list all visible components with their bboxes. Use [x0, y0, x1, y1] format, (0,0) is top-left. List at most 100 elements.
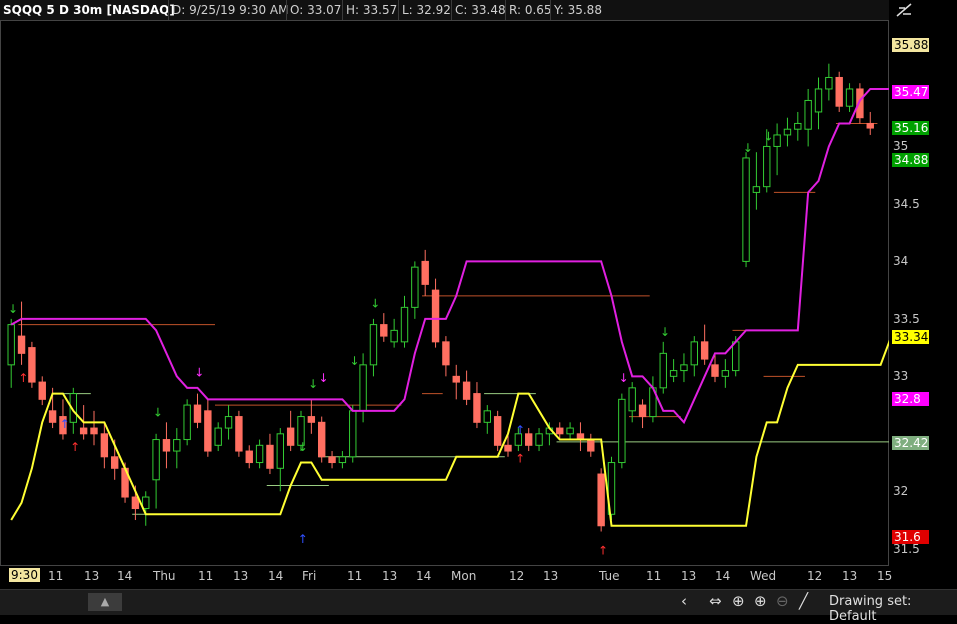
candle-body	[680, 364, 688, 372]
chart-frame	[0, 20, 889, 566]
candle-body	[100, 433, 109, 458]
candle-body	[38, 381, 46, 400]
time-tick-label: 14	[268, 569, 284, 583]
candle-body	[28, 347, 36, 383]
candle-body	[804, 99, 812, 130]
time-tick-label: 15	[877, 569, 893, 583]
candle-body	[845, 88, 854, 107]
signal-arrow-icon: ↑	[515, 452, 525, 466]
candle-body	[204, 410, 212, 452]
price-tick-label: 35	[893, 139, 909, 154]
pan-icon[interactable]: ⇔	[709, 592, 722, 610]
price-tick-label: 33.5	[893, 311, 920, 326]
candle-body	[493, 416, 502, 446]
candle-body	[193, 404, 202, 423]
drawing-set-label[interactable]: Drawing set: Default	[829, 594, 957, 624]
signal-arrow-icon: ↓	[619, 371, 629, 385]
candle-body	[535, 433, 543, 446]
candle-body	[483, 410, 492, 423]
candle-body	[338, 456, 347, 464]
candle-body	[369, 324, 378, 366]
candle-body	[318, 421, 326, 458]
signal-arrow-icon: ↑	[60, 417, 70, 431]
signal-arrow-icon: ↑	[18, 371, 28, 385]
range-readout: R: 0.65	[505, 0, 552, 20]
price-marker-label: 35.16	[892, 121, 929, 136]
candle-body	[783, 128, 792, 136]
candle-body	[711, 364, 719, 377]
candle-body	[442, 341, 450, 366]
crosshair-icon[interactable]: ⊕	[732, 592, 745, 610]
chart-settings-icon[interactable]	[893, 0, 915, 20]
signal-arrow-icon: ↑	[298, 532, 308, 546]
price-tick-label: 33	[893, 369, 909, 384]
signal-arrow-icon: ↑	[515, 423, 525, 437]
price-marker-label: 34.88	[892, 153, 929, 168]
time-tick-label: Fri	[302, 569, 317, 583]
bottom-toolbar: ▲ ‹ ⇔ ⊕ ⊕ ⊖ ╱ Drawing set: Default	[0, 589, 957, 624]
candle-body	[690, 341, 698, 366]
candle-body	[566, 427, 574, 435]
candle-body	[359, 364, 367, 412]
date-readout: D: 9/25/19 9:30 AM	[168, 0, 289, 20]
price-marker-label: 31.6	[892, 530, 929, 545]
candle-body	[752, 186, 761, 193]
candle-body	[162, 439, 171, 452]
signal-arrow-icon: ↑	[598, 544, 608, 558]
candle-body	[7, 324, 15, 366]
signal-arrow-icon: ↓	[370, 296, 380, 310]
candle-body	[431, 289, 440, 343]
time-tick-label: 12	[807, 569, 823, 583]
candle-body	[835, 76, 843, 107]
candle-body	[597, 473, 605, 527]
candle-body	[732, 341, 740, 372]
price-chart[interactable]: ↓↑↑↑↓↓↓↑↓ ↓↓↓↑↑↑↓↓↓↓	[0, 20, 889, 566]
scroll-left-icon[interactable]: ‹	[681, 592, 687, 610]
zoom-out-icon[interactable]: ⊖	[776, 592, 789, 610]
time-tick-label: Thu	[153, 569, 176, 583]
candle-body	[349, 410, 357, 458]
candle-body	[173, 439, 181, 452]
price-marker-label: 33.34	[892, 330, 929, 345]
time-tick-label: 9:30	[9, 568, 40, 582]
candle-body	[628, 387, 636, 412]
time-tick-label: Tue	[599, 569, 620, 583]
candle-body	[411, 266, 419, 308]
signal-arrow-icon: ↓	[194, 365, 204, 379]
candle-body	[618, 398, 626, 464]
candle-body	[763, 145, 771, 188]
draw-line-icon[interactable]: ╱	[799, 592, 808, 610]
candle-body	[452, 375, 460, 383]
collapse-button[interactable]: ▲	[88, 593, 122, 611]
candle-body	[669, 370, 678, 377]
time-tick-label: 13	[233, 569, 249, 583]
time-tick-label: 13	[382, 569, 398, 583]
candle-body	[866, 122, 874, 129]
time-tick-label: Mon	[451, 569, 477, 583]
price-axis[interactable]: 35 34.5 34 33.5 33 32 31.5 35.88 35.47 35.16 34.88…	[889, 20, 957, 566]
signal-arrow-icon: ↓	[350, 354, 360, 368]
candle-body	[307, 416, 316, 423]
signal-arrow-icon: ↓	[298, 440, 308, 454]
candle-body	[328, 456, 336, 464]
symbol-label[interactable]: SQQQ 5 D 30m [NASDAQ]	[0, 0, 175, 20]
candle-body	[90, 427, 98, 435]
candle-body	[48, 410, 57, 423]
candle-body	[142, 496, 150, 510]
magenta-line	[10, 87, 889, 425]
zoom-in-icon[interactable]: ⊕	[754, 592, 767, 610]
candle-body	[380, 324, 388, 337]
price-tick-label: 34.5	[893, 196, 920, 211]
candle-body	[390, 329, 398, 343]
y-readout: Y: 35.88	[550, 0, 602, 20]
candle-body	[659, 352, 667, 389]
candle-body	[17, 335, 26, 354]
signal-arrow-icon: ↓	[8, 302, 18, 316]
time-tick-label: 13	[84, 569, 100, 583]
price-marker-label: 32.42	[892, 436, 929, 450]
candle-body	[131, 496, 140, 510]
time-tick-label: Wed	[750, 569, 777, 583]
price-tick-label: 32	[893, 484, 909, 499]
candle-body	[286, 427, 295, 446]
time-axis[interactable]: 9:30 11 13 14 Thu 11 13 14 Fri 11 13 14 Mon 12 13 Tue 11…	[0, 566, 893, 588]
